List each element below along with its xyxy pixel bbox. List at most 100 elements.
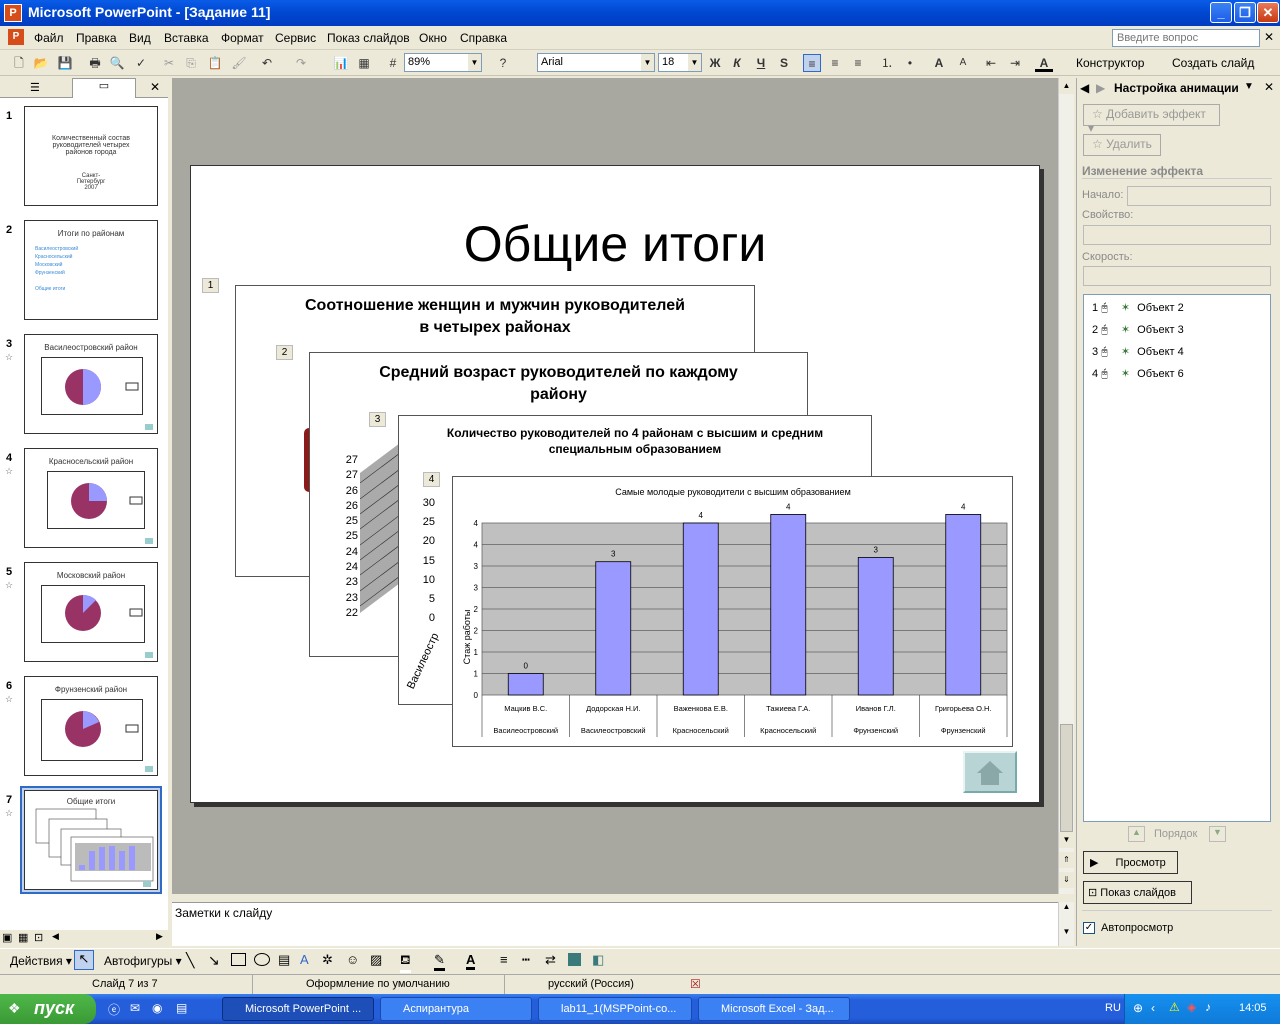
select-pointer-icon[interactable]: ↖	[74, 950, 94, 970]
insert-chart-icon[interactable]: 📊	[332, 54, 350, 72]
align-left-icon[interactable]: ≡	[803, 54, 821, 72]
zoom-combo[interactable]: 89% ▼	[404, 53, 482, 72]
copy-icon[interactable]: ⎘	[182, 54, 200, 72]
save-icon[interactable]: 💾	[56, 54, 74, 72]
numbering-icon[interactable]: ⒈	[878, 54, 896, 72]
font-color-icon[interactable]: A	[1035, 54, 1053, 72]
outline-tab-icon[interactable]: ☰	[30, 81, 40, 94]
document-icon[interactable]: P	[8, 29, 24, 45]
expand-tray-icon[interactable]: ‹	[1151, 1001, 1155, 1015]
language-indicator[interactable]: RU	[1105, 1002, 1121, 1014]
new-icon[interactable]: 🗋	[10, 54, 28, 72]
animation-item[interactable]: 3 🖰 ✶ Объект 4	[1092, 345, 1184, 359]
maximize-button[interactable]: ❐	[1234, 2, 1256, 23]
line-color-icon[interactable]: ✎	[434, 952, 445, 971]
clipart-icon[interactable]: ☺	[346, 952, 359, 967]
task-pane-menu-icon[interactable]: ▼	[1244, 81, 1254, 92]
insert-table-icon[interactable]: ▦	[355, 54, 373, 72]
slide-sorter-icon[interactable]: ▦	[18, 931, 28, 944]
line-icon[interactable]: ╲	[186, 952, 194, 969]
designer-button[interactable]: Конструктор	[1076, 56, 1144, 70]
remove-button[interactable]: ☆ Удалить	[1083, 134, 1161, 156]
mail-icon[interactable]: ✉	[130, 1001, 140, 1015]
volume-icon[interactable]: ♪	[1205, 1000, 1211, 1014]
line-style-icon[interactable]: ≡	[500, 952, 508, 967]
chart-object-young-leaders[interactable]: Самые молодые руководители с высшим обра…	[452, 476, 1013, 747]
bullets-icon[interactable]: •	[901, 54, 919, 72]
prev-slide-icon[interactable]: ⇑	[1059, 852, 1074, 868]
align-right-icon[interactable]: ≡	[849, 54, 867, 72]
close-button[interactable]: ✕	[1257, 2, 1279, 23]
home-action-button[interactable]	[963, 751, 1017, 793]
menu-view[interactable]: Вид	[129, 31, 151, 45]
preview-button[interactable]: ▶ Просмотр	[1083, 851, 1178, 874]
underline-button[interactable]: Ч	[752, 54, 770, 72]
rectangle-icon[interactable]	[231, 953, 246, 966]
media-icon[interactable]: ◉	[152, 1001, 162, 1015]
textbox-icon[interactable]: ▤	[278, 952, 290, 968]
slide-thumbnail-4[interactable]: Красносельский район	[24, 448, 158, 548]
notes-scrollbar[interactable]: ▲ ▼	[1058, 902, 1074, 946]
menu-slideshow[interactable]: Показ слайдов	[327, 31, 410, 45]
oval-icon[interactable]	[254, 953, 270, 966]
grid-icon[interactable]: #	[384, 54, 402, 72]
notes-pane[interactable]: Заметки к слайду	[172, 902, 1058, 946]
scroll-up-icon[interactable]: ▲	[1059, 78, 1074, 94]
slideshow-view-icon[interactable]: ⊡	[34, 931, 43, 944]
animation-item[interactable]: 4 🖰 ✶ Объект 6	[1092, 367, 1184, 381]
increase-font-icon[interactable]: A	[930, 54, 948, 72]
slide-thumbnail-5[interactable]: Московский район	[24, 562, 158, 662]
warning-icon[interactable]: ⚠	[1169, 1000, 1180, 1014]
italic-button[interactable]: К	[728, 54, 746, 72]
format-painter-icon[interactable]: 🖌	[230, 54, 248, 72]
menu-help[interactable]: Справка	[460, 31, 507, 45]
back-icon[interactable]: ◀	[1080, 81, 1089, 95]
increase-indent-icon[interactable]: ⇥	[1006, 54, 1024, 72]
picture-icon[interactable]: ▨	[370, 952, 382, 968]
normal-view-icon[interactable]: ▣	[2, 931, 12, 944]
ie-icon[interactable]: ⓔ	[108, 1001, 120, 1018]
property-select[interactable]	[1083, 225, 1271, 245]
hscroll-left-icon[interactable]: ◀	[52, 931, 59, 942]
open-icon[interactable]: 📂	[32, 54, 50, 72]
folder-icon[interactable]: ▤	[176, 1001, 187, 1015]
slide-thumbnail-7[interactable]: Общие итоги	[24, 790, 158, 890]
paste-icon[interactable]: 📋	[206, 54, 224, 72]
font-size-combo[interactable]: 18 ▼	[658, 53, 702, 72]
arrow-style-icon[interactable]: ⇄	[545, 952, 556, 968]
minimize-button[interactable]: _	[1210, 2, 1232, 23]
menu-file[interactable]: Файл	[34, 31, 64, 45]
animation-item[interactable]: 2 🖰 ✶ Объект 3	[1092, 323, 1184, 337]
animation-item[interactable]: 1 🖰 ✶ Объект 2	[1092, 301, 1184, 315]
decrease-indent-icon[interactable]: ⇤	[982, 54, 1000, 72]
vertical-scrollbar[interactable]: ▲ ▼ ⇑ ⇓	[1058, 78, 1074, 894]
cut-icon[interactable]: ✂	[160, 54, 178, 72]
menu-insert[interactable]: Вставка	[164, 31, 209, 45]
slide-thumbnail-6[interactable]: Фрунзенский район	[24, 676, 158, 776]
add-effect-button[interactable]: ☆ Добавить эффект ▾	[1083, 104, 1220, 135]
scroll-thumb[interactable]	[1060, 724, 1073, 832]
help-icon[interactable]: ?	[494, 54, 512, 72]
actions-menu[interactable]: Действия ▾	[10, 954, 72, 968]
menu-format[interactable]: Формат	[221, 31, 264, 45]
font-combo[interactable]: Arial ▼	[537, 53, 655, 72]
3d-style-icon[interactable]: ◧	[592, 952, 604, 968]
print-icon[interactable]: 🖶	[86, 54, 104, 72]
slide-title[interactable]: Общие итоги	[190, 215, 1040, 273]
spelling-status-icon[interactable]: ☒	[690, 977, 701, 991]
antivirus-icon[interactable]: ◈	[1187, 1000, 1196, 1014]
network-icon[interactable]: ⊕	[1133, 1001, 1143, 1015]
next-slide-icon[interactable]: ⇓	[1059, 872, 1074, 888]
slideshow-button[interactable]: ⊡ Показ слайдов	[1083, 881, 1192, 904]
scroll-down-icon[interactable]: ▼	[1059, 832, 1074, 848]
print-preview-icon[interactable]: 🔍	[108, 54, 126, 72]
shadow-button[interactable]: S	[775, 54, 793, 72]
spelling-icon[interactable]: ✓	[132, 54, 150, 72]
animation-list[interactable]: 1 🖰 ✶ Объект 2 2 🖰 ✶ Объект 3 3 🖰 ✶ Объе…	[1083, 294, 1271, 822]
font-color-icon[interactable]: A	[466, 952, 476, 970]
align-center-icon[interactable]: ≡	[826, 54, 844, 72]
slide-thumbnail-2[interactable]: Итоги по районам Василеостровский Красно…	[24, 220, 158, 320]
bold-button[interactable]: Ж	[706, 54, 724, 72]
move-up-icon[interactable]: ▲	[1128, 826, 1145, 842]
powerpoint-app-icon[interactable]: P	[4, 4, 22, 22]
